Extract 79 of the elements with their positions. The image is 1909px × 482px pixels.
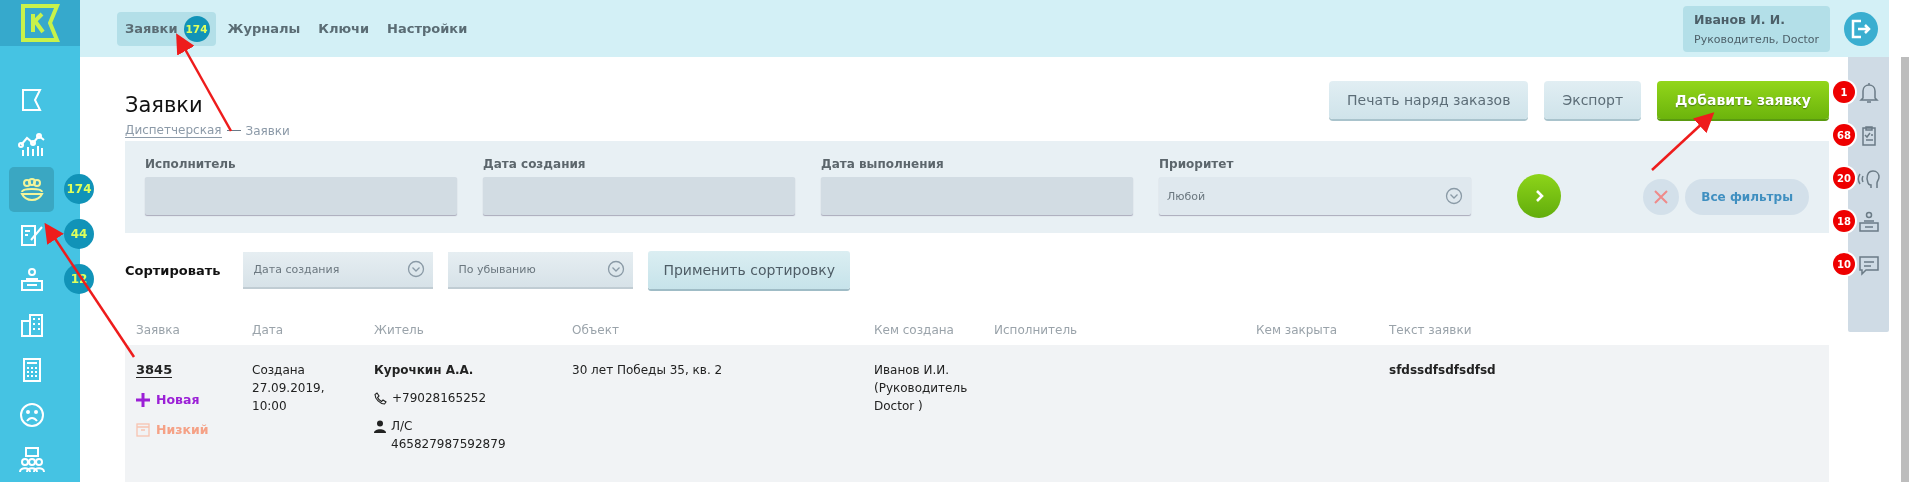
count-badge: 18 [1833,210,1855,232]
priority-select[interactable]: Любой [1159,177,1471,215]
tab-label: Настройки [387,21,468,36]
chart-icon [17,130,46,159]
table-cell: sfdssdfsdfsdfsd [1389,363,1496,377]
scrollbar[interactable] [1899,57,1909,482]
speaking-head-icon[interactable] [1856,167,1881,191]
close-icon [1653,189,1670,205]
sort-order-select[interactable]: По убыванию [448,251,634,289]
sidebar-item[interactable] [9,167,54,212]
table-cell: Создана 27.09.2019, 10:00 [252,363,325,413]
apply-sort-button[interactable]: Применить сортировку [648,251,851,289]
phone-number: +79028165252 [392,390,487,407]
table-cell-text: Иванов И.И. (Руководитель Doctor ) [874,362,969,415]
sad-face-icon [17,400,46,429]
chat-icon[interactable] [1856,253,1881,277]
chevron-down-icon [607,260,626,278]
user-role: Руководитель, Doctor [1694,32,1819,46]
tab-label: Журналы [227,21,301,36]
breadcrumb-current: Заявки [245,123,290,138]
phone-icon [374,392,387,405]
count-badge: 174 [183,15,210,42]
column-header: Кем создана [874,323,955,337]
count-badge: 174 [64,174,94,204]
user-name: Иванов И. И. [1694,11,1787,27]
status-text: Новая [156,391,200,409]
column-header: Дата [252,323,285,337]
nav-tab[interactable]: Настройки [379,11,474,46]
count-badge: 68 [1833,124,1855,146]
count-badge: 20 [1833,167,1855,189]
column-header: Заявка [135,323,181,337]
chevron-down-icon [1445,187,1463,205]
all-filters-button[interactable]: Все фильтры [1685,179,1809,215]
nav-tab[interactable]: Заявки 174 [117,11,216,46]
group-icon [17,445,46,474]
filter-field[interactable] [145,177,457,215]
column-header: Текст заявки [1389,323,1473,337]
action-button[interactable]: Печать наряд заказов [1329,81,1529,119]
nav-tab[interactable]: Ключи [310,11,376,46]
sort-field-select[interactable]: Дата создания [243,251,434,289]
tab-label: Ключи [318,21,370,36]
request-number-link[interactable]: 3845 [136,362,173,378]
filter-label: Исполнитель [145,157,237,171]
tab-label: Заявки [125,21,178,36]
breadcrumb-separator [226,130,241,131]
sort-label: Сортировать [125,262,221,278]
logo-icon [0,0,80,46]
clear-filters-button[interactable] [1643,179,1680,215]
count-badge: 10 [1833,253,1855,275]
action-button[interactable]: Экспорт [1544,81,1642,119]
count-badge: 1 [1833,81,1855,103]
column-header: Житель [374,323,425,337]
apply-filter-button[interactable] [1517,174,1561,218]
account-number: Л/С 465827987592879 [391,418,507,453]
column-header: Исполнитель [994,323,1079,337]
chevron-down-icon [407,260,426,278]
column-header: Объект [572,323,620,337]
page-title: Заявки [125,93,204,117]
priority-text: Низкий [156,421,209,439]
plus-icon [136,393,150,407]
filter-field[interactable] [821,177,1133,215]
breadcrumb-link[interactable]: Диспетчерская [125,123,222,138]
filter-label: Дата выполнения [821,157,945,171]
count-badge: 44 [64,219,94,249]
table-cell: 30 лет Победы 35, кв. 2 [572,363,723,377]
filter-label: Дата создания [483,157,587,171]
table-row[interactable]: 3845 Новая Низкий Создана 27.09.2019, 10:00 Курочкин А.А. +79028165252 Л/С 465827987592879 30 лет Победы 35, кв. 2 Иванов И.И. (Руководитель Doctor ) sfdssdfsdfsdfsd [125,345,1829,482]
logout-icon[interactable] [1844,11,1878,46]
column-header: Кем закрыта [1256,323,1339,337]
filter-field[interactable] [483,177,795,215]
filter-label: Приоритет [1159,157,1235,171]
bell-icon[interactable] [1856,81,1881,105]
user-card[interactable]: Иванов И. И. Руководитель, Doctor [1683,5,1830,52]
person-icon [374,420,386,433]
resident-name: Курочкин А.А. [374,363,474,377]
annotation-arrow [1651,112,1715,171]
nav-tab[interactable]: Журналы [219,11,307,46]
archive-icon [136,423,150,437]
desk-icon[interactable] [1856,210,1881,234]
